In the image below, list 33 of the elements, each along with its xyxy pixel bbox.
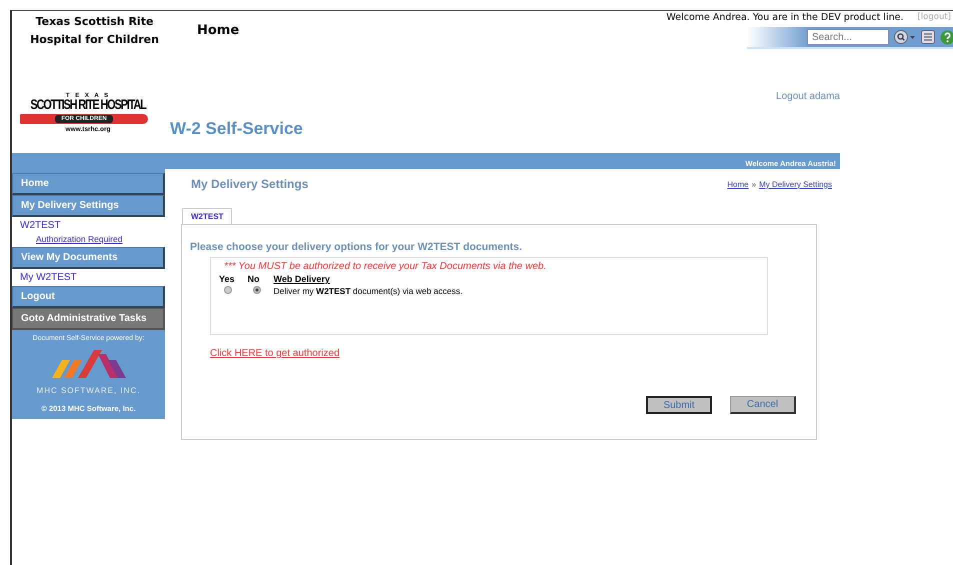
home-link[interactable]: Home: [197, 23, 240, 38]
sidebar-item[interactable]: Logout: [12, 286, 165, 308]
search-icon[interactable]: [894, 29, 916, 45]
breadcrumb-link[interactable]: Home: [727, 180, 749, 188]
page-title: My Delivery Settings: [190, 177, 308, 191]
sidebar-item[interactable]: My Delivery Settings: [12, 195, 165, 217]
warning-text: *** You MUST be authorized to receive your Tax Documents via the web.: [223, 261, 548, 272]
cancel-button[interactable]: Cancel: [730, 396, 796, 414]
mhc-logo-icon: [52, 350, 126, 378]
sidebar-link[interactable]: My W2TEST: [20, 272, 159, 283]
column-header: No: [248, 274, 260, 284]
tab[interactable]: W2TEST: [182, 208, 232, 224]
submit-button[interactable]: Submit: [646, 396, 712, 414]
logout-link[interactable]: [logout]: [917, 12, 951, 23]
organization-name: Texas Scottish Rite Hospital for Children: [29, 14, 160, 48]
breadcrumb-link[interactable]: My Delivery Settings: [759, 180, 832, 188]
column-header: Web Delivery: [274, 274, 330, 284]
sidebar-link[interactable]: Authorization Required: [20, 231, 159, 244]
logout-link[interactable]: Logout adama: [776, 91, 840, 102]
vendor-name: MHC SOFTWARE, INC.: [36, 386, 142, 395]
app-title: W-2 Self-Service: [170, 119, 303, 139]
column-header: Yes: [219, 274, 235, 284]
search-field[interactable]: Search...: [807, 29, 889, 45]
authorize-link[interactable]: Click HERE to get authorized: [210, 348, 340, 359]
instruction-text: Please choose your delivery options for your W2TEST documents.: [190, 241, 523, 253]
help-icon[interactable]: [940, 30, 953, 44]
sidebar-item[interactable]: Home: [12, 173, 165, 195]
breadcrumb-separator: »: [752, 180, 756, 188]
welcome-text: Welcome Andrea. You are in the DEV product line.: [666, 12, 904, 23]
sidebar-item[interactable]: Goto Administrative Tasks: [12, 308, 165, 330]
option-description: Deliver my W2TEST document(s) via web access.: [274, 286, 462, 296]
sidebar-item[interactable]: View My Documents: [12, 247, 165, 269]
sidebar-link[interactable]: W2TEST: [20, 220, 159, 231]
